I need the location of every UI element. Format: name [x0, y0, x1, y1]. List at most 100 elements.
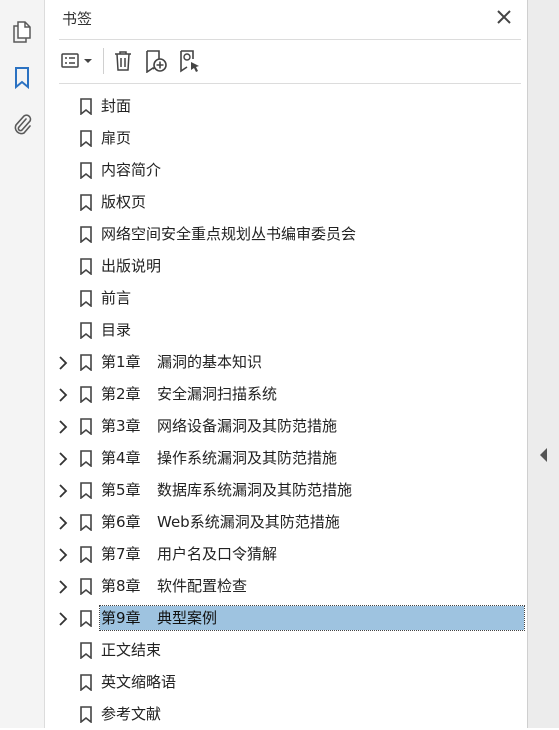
bookmarks-toolbar — [59, 46, 519, 76]
bookmark-row[interactable]: 第5章 数据库系统漏洞及其防范措施 — [45, 474, 527, 506]
toolbar-divider-bottom — [59, 83, 521, 84]
chevron-right-icon[interactable] — [57, 547, 69, 562]
bookmark-label: 第9章 典型案例 — [99, 605, 525, 631]
new-bookmark-icon — [146, 50, 167, 73]
bookmark-row[interactable]: 封面 — [45, 90, 527, 122]
bookmark-row[interactable]: 第2章 安全漏洞扫描系统 — [45, 378, 527, 410]
bookmark-title: 漏洞的基本知识 — [157, 353, 263, 371]
bookmark-label: 封面 — [100, 94, 133, 118]
bookmark-row[interactable]: 内容简介 — [45, 154, 527, 186]
bookmark-row[interactable]: 扉页 — [45, 122, 527, 154]
bookmark-item-icon — [79, 418, 93, 436]
bookmark-item-icon — [79, 194, 93, 212]
bookmark-item-icon — [79, 514, 93, 532]
bookmark-row[interactable]: 第3章 网络设备漏洞及其防范措施 — [45, 410, 527, 442]
bookmark-item-icon — [79, 322, 93, 340]
bookmark-label: 版权页 — [100, 190, 148, 214]
bookmark-row[interactable]: 英文缩略语 — [45, 666, 527, 698]
pages-icon[interactable] — [10, 20, 34, 44]
chapter-number: 第5章 — [101, 481, 141, 499]
bookmark-label: 参考文献 — [100, 702, 163, 726]
bookmark-row[interactable]: 参考文献 — [45, 698, 527, 730]
bookmark-title: 操作系统漏洞及其防范措施 — [157, 449, 338, 467]
chevron-right-icon[interactable] — [57, 611, 69, 626]
bookmark-title: 网络设备漏洞及其防范措施 — [157, 417, 338, 435]
bookmark-row[interactable]: 版权页 — [45, 186, 527, 218]
find-bookmark-icon — [180, 50, 199, 73]
bookmark-title: Web系统漏洞及其防范措施 — [157, 513, 340, 531]
navigation-rail — [0, 0, 45, 728]
bookmark-row[interactable]: 第8章 软件配置检查 — [45, 570, 527, 602]
chevron-right-icon[interactable] — [57, 355, 69, 370]
chevron-right-icon[interactable] — [57, 579, 69, 594]
close-icon[interactable] — [495, 8, 513, 26]
bookmark-title: 前言 — [101, 289, 132, 307]
bookmark-title: 正文结束 — [101, 641, 162, 659]
bookmark-label: 出版说明 — [100, 254, 163, 278]
bookmark-title: 软件配置检查 — [157, 577, 248, 595]
bookmark-row[interactable]: 正文结束 — [45, 634, 527, 666]
bookmark-item-icon — [79, 610, 93, 628]
bookmark-title: 目录 — [101, 321, 132, 339]
bookmark-title: 内容简介 — [101, 161, 162, 179]
chapter-number: 第4章 — [101, 449, 141, 467]
bookmark-label: 英文缩略语 — [100, 670, 178, 694]
bookmark-title: 版权页 — [101, 193, 147, 211]
trash-icon — [115, 51, 131, 71]
bookmark-item-icon — [79, 258, 93, 276]
chapter-number: 第1章 — [101, 353, 141, 371]
bookmark-title: 扉页 — [101, 129, 132, 147]
bookmark-row[interactable]: 前言 — [45, 282, 527, 314]
bookmark-label: 第2章 安全漏洞扫描系统 — [100, 382, 279, 406]
bookmark-label: 正文结束 — [100, 638, 163, 662]
bookmark-label: 第4章 操作系统漏洞及其防范措施 — [100, 446, 339, 470]
bookmark-row[interactable]: 第7章 用户名及口令猜解 — [45, 538, 527, 570]
bookmark-label: 第3章 网络设备漏洞及其防范措施 — [100, 414, 339, 438]
bookmark-title: 英文缩略语 — [101, 673, 177, 691]
chevron-right-icon[interactable] — [57, 483, 69, 498]
bookmark-row[interactable]: 出版说明 — [45, 250, 527, 282]
bookmark-title: 数据库系统漏洞及其防范措施 — [157, 481, 353, 499]
bookmark-row[interactable]: 目录 — [45, 314, 527, 346]
chapter-number: 第2章 — [101, 385, 141, 403]
header-divider — [59, 39, 521, 40]
bookmark-label: 内容简介 — [100, 158, 163, 182]
bookmark-label: 前言 — [100, 286, 133, 310]
bookmark-icon[interactable] — [10, 66, 34, 90]
bookmark-row[interactable]: 网络空间安全重点规划丛书编审委员会 — [45, 218, 527, 250]
paperclip-icon[interactable] — [10, 112, 34, 136]
delete-bookmark-button[interactable] — [111, 48, 135, 74]
bookmark-item-icon — [79, 354, 93, 372]
bookmark-label: 第6章 Web系统漏洞及其防范措施 — [100, 510, 342, 534]
chevron-right-icon[interactable] — [57, 419, 69, 434]
bookmark-title: 封面 — [101, 97, 132, 115]
bookmarks-tree: 封面扉页内容简介版权页网络空间安全重点规划丛书编审委员会 出版说明前言目录第1章漏… — [45, 90, 527, 730]
chevron-right-icon[interactable] — [57, 451, 69, 466]
options-menu-button[interactable] — [59, 48, 97, 74]
bookmark-label: 目录 — [100, 318, 133, 342]
bookmark-item-icon — [79, 386, 93, 404]
bookmark-row[interactable]: 第9章 典型案例 — [45, 602, 527, 634]
bookmark-item-icon — [79, 290, 93, 308]
bookmark-item-icon — [79, 226, 93, 244]
bookmark-item-icon — [79, 642, 93, 660]
bookmark-row[interactable]: 第4章 操作系统漏洞及其防范措施 — [45, 442, 527, 474]
toolbar-divider — [103, 48, 104, 74]
bookmark-label: 第1章 漏洞的基本知识 — [100, 350, 264, 374]
new-bookmark-button[interactable] — [143, 48, 169, 74]
chapter-number: 第3章 — [101, 417, 141, 435]
bookmark-label: 第7章 用户名及口令猜解 — [100, 542, 279, 566]
find-bookmark-button[interactable] — [177, 48, 203, 74]
bookmark-title: 网络空间安全重点规划丛书编审委员会 — [101, 225, 357, 243]
bookmark-title: 出版说明 — [101, 257, 162, 275]
bookmark-label: 扉页 — [100, 126, 133, 150]
bookmark-row[interactable]: 第6章 Web系统漏洞及其防范措施 — [45, 506, 527, 538]
panel-splitter[interactable] — [527, 0, 559, 728]
collapse-panel-icon[interactable] — [539, 447, 549, 463]
bookmarks-panel: 书签 封面 扉页 内容简介 版权页 网络空间安全重点规划丛书编审委员会 出版说明… — [45, 0, 527, 728]
chapter-number: 第8章 — [101, 577, 141, 595]
chevron-right-icon[interactable] — [57, 387, 69, 402]
chapter-number: 第7章 — [101, 545, 141, 563]
bookmark-row[interactable]: 第1章 漏洞的基本知识 — [45, 346, 527, 378]
chevron-right-icon[interactable] — [57, 515, 69, 530]
